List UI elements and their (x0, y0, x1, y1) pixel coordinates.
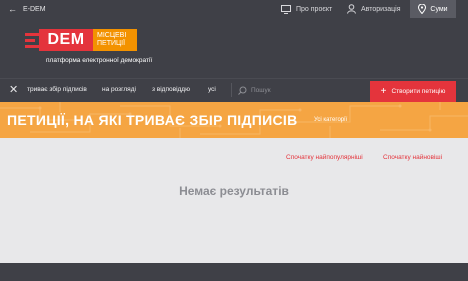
search-icon (238, 86, 247, 95)
empty-state-message: Немає результатів (179, 184, 289, 198)
search-field[interactable]: Пошук (231, 83, 271, 97)
nav-item-answered[interactable]: з відповіддю (152, 86, 190, 93)
create-petition-label: Створити петицію (391, 88, 446, 95)
login-link[interactable]: Авторизація (347, 3, 401, 15)
sort-newest-link[interactable]: Спочатку найновіші (383, 154, 442, 161)
footer (0, 263, 468, 281)
plus-icon: + (380, 85, 387, 97)
top-bar: ← E-DEM Про проєкт Авторизація Суми (0, 0, 468, 18)
logo-subtitle: МІСЦЕВІ ПЕТИЦІЇ (93, 29, 137, 51)
main-content: Спочатку найпопулярніші Спочатку найнові… (0, 138, 468, 263)
login-link-label: Авторизація (361, 5, 401, 13)
nav-item-under-review[interactable]: на розгляді (102, 86, 136, 93)
arrow-left-icon: ← (8, 4, 17, 14)
city-selector[interactable]: Суми (410, 0, 456, 18)
tagline: платформа електронної демократії (46, 57, 153, 64)
city-selector-label: Суми (430, 5, 448, 13)
sort-popular-link[interactable]: Спочатку найпопулярніші (286, 154, 363, 161)
page-header-band: ПЕТИЦІЇ, НА ЯКІ ТРИВАЄ ЗБІР ПІДПИСІВ Усі… (0, 102, 468, 138)
nav-item-all[interactable]: усі (208, 86, 216, 93)
create-petition-button[interactable]: + Створити петицію (370, 81, 456, 102)
category-filter[interactable]: Усі категорії (314, 117, 347, 123)
back-link-label: E-DEM (23, 5, 46, 13)
logo-line-1: МІСЦЕВІ (97, 32, 127, 39)
nav-item-collecting[interactable]: триває збір підписів (27, 86, 87, 93)
close-icon[interactable]: ✕ (9, 84, 18, 97)
monitor-icon (281, 4, 291, 14)
location-pin-icon (418, 4, 427, 14)
about-link[interactable]: Про проєкт (281, 3, 332, 15)
back-link[interactable]: ← E-DEM (8, 4, 46, 14)
search-placeholder: Пошук (251, 86, 271, 94)
logo-line-2: ПЕТИЦІЇ (97, 40, 126, 47)
logo[interactable]: DEM (39, 29, 93, 51)
user-icon (347, 4, 356, 14)
about-link-label: Про проєкт (296, 5, 333, 13)
nav-bar: ✕ триває збір підписів на розгляді з від… (0, 78, 468, 102)
page-title: ПЕТИЦІЇ, НА ЯКІ ТРИВАЄ ЗБІР ПІДПИСІВ (7, 112, 298, 128)
